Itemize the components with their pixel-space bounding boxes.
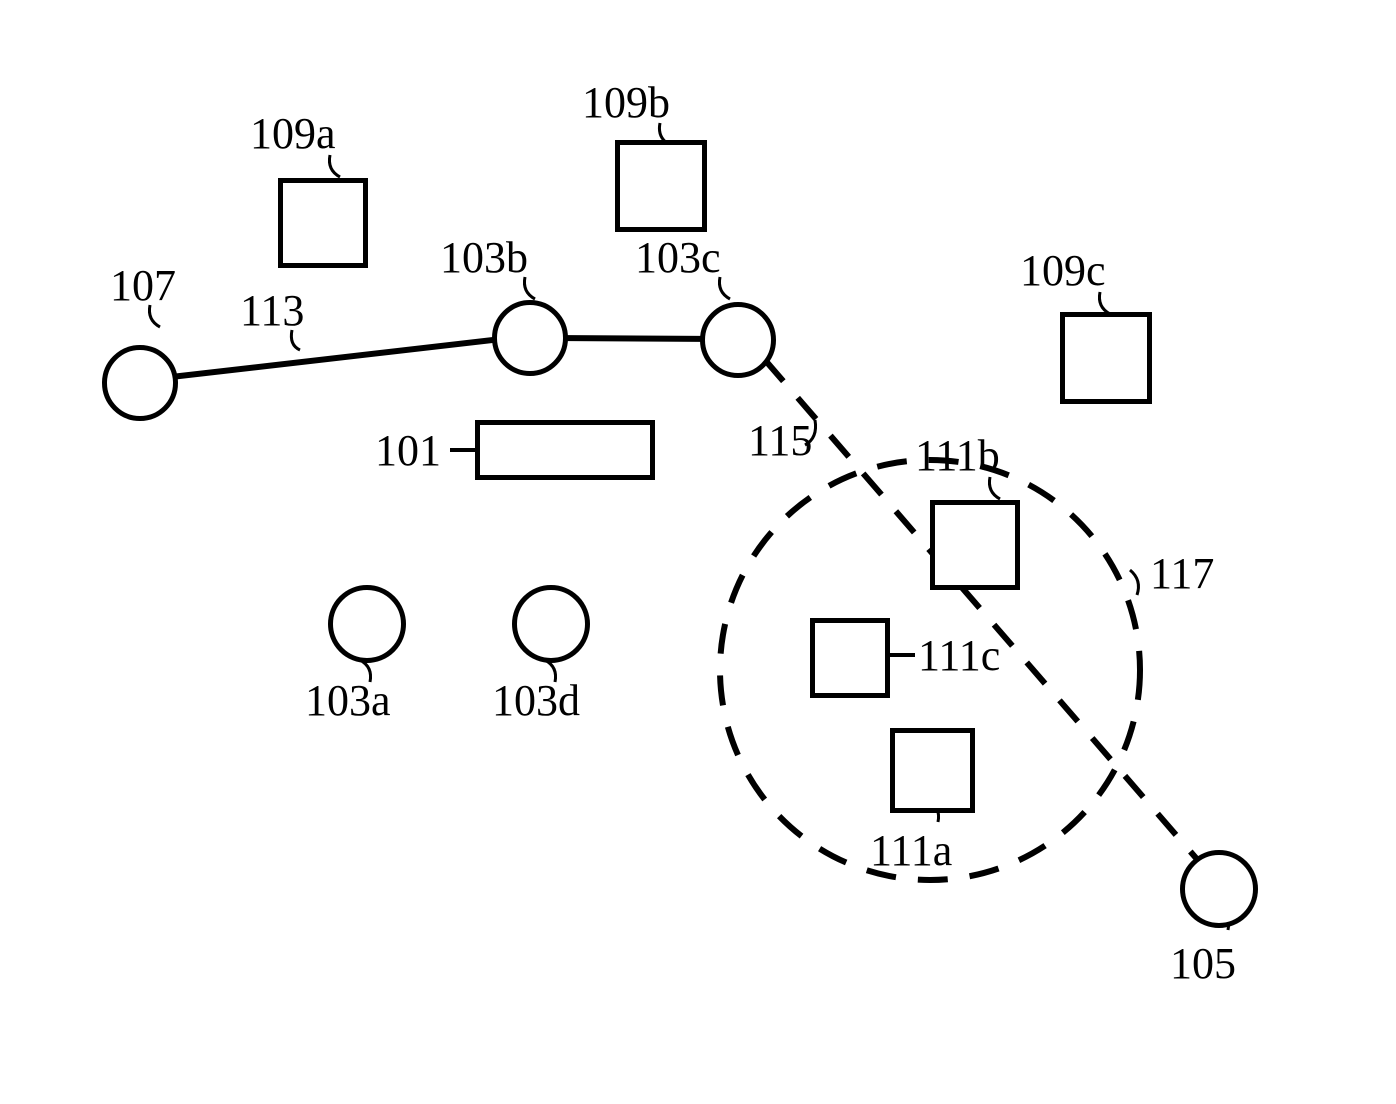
box-109a bbox=[278, 178, 368, 268]
label-109c: 109c bbox=[1020, 245, 1106, 296]
label-103d: 103d bbox=[492, 675, 580, 726]
box-111a bbox=[890, 728, 975, 813]
label-103b: 103b bbox=[440, 232, 528, 283]
label-111a: 111a bbox=[870, 825, 952, 876]
node-103b bbox=[492, 300, 568, 376]
node-107 bbox=[102, 345, 178, 421]
node-103c bbox=[700, 302, 776, 378]
label-101: 101 bbox=[375, 425, 441, 476]
label-109b: 109b bbox=[582, 77, 670, 128]
box-109c bbox=[1060, 312, 1152, 404]
label-109a: 109a bbox=[250, 108, 336, 159]
box-101 bbox=[475, 420, 655, 480]
label-111b: 111b bbox=[915, 430, 1000, 481]
node-105 bbox=[1180, 850, 1258, 928]
label-107: 107 bbox=[110, 260, 176, 311]
node-103d bbox=[512, 585, 590, 663]
label-111c: 111c bbox=[918, 630, 1000, 681]
node-103a bbox=[328, 585, 406, 663]
box-109b bbox=[615, 140, 707, 232]
label-117: 117 bbox=[1150, 548, 1214, 599]
label-115: 115 bbox=[748, 415, 812, 466]
box-111c bbox=[810, 618, 890, 698]
label-103a: 103a bbox=[305, 675, 391, 726]
label-113: 113 bbox=[240, 285, 304, 336]
label-103c: 103c bbox=[635, 232, 721, 283]
label-105: 105 bbox=[1170, 938, 1236, 989]
box-111b bbox=[930, 500, 1020, 590]
